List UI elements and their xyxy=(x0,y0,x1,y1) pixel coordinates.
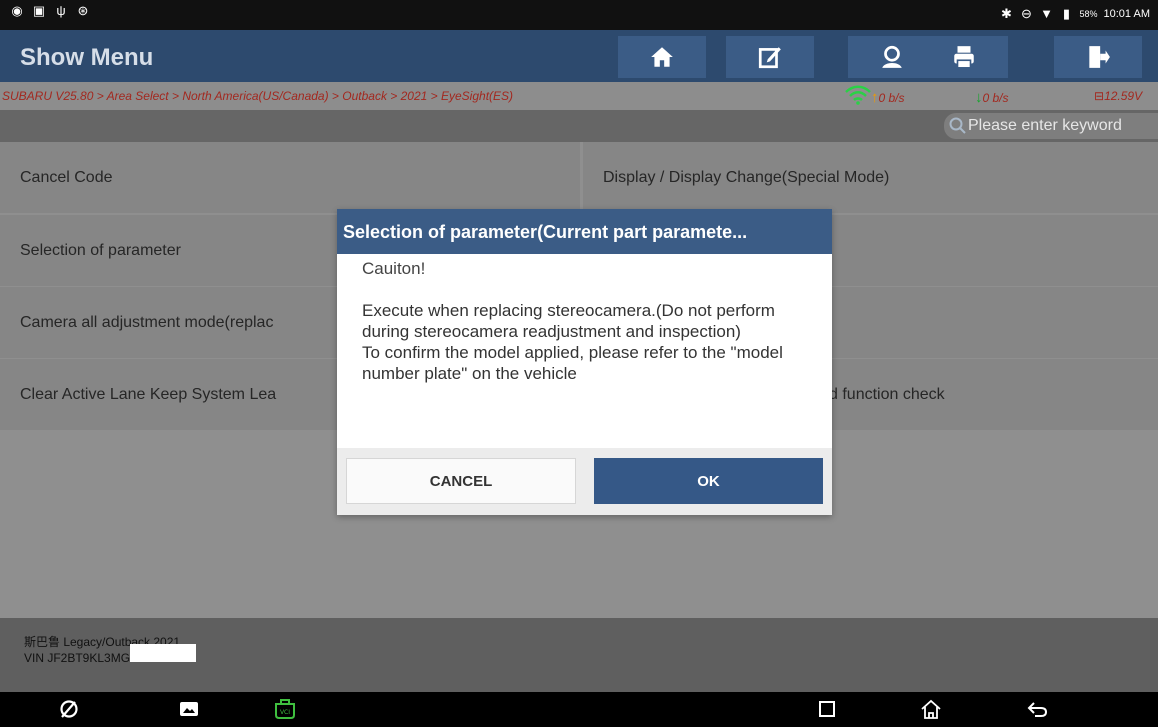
dialog-body: Cauiton! Execute when replacing stereoca… xyxy=(362,258,822,384)
breadcrumb: SUBARU V25.80 > Area Select > North Amer… xyxy=(2,89,514,103)
notification-icons: ◉ ▣ ψ ⊛ xyxy=(10,4,90,18)
wifi-icon xyxy=(845,85,871,105)
battery-voltage: ⊟12.59V xyxy=(1094,89,1143,103)
launcher-icon xyxy=(60,700,78,718)
exit-button[interactable] xyxy=(1054,36,1142,78)
vehicle-vin: VIN JF2BT9KL3MG xyxy=(24,644,1158,666)
vci-connector-icon: VCI xyxy=(275,699,295,719)
app-notification-icon: ◉ xyxy=(11,3,23,18)
accessibility-icon: ⊛ xyxy=(77,3,89,18)
dialog-spacer xyxy=(362,279,822,300)
search-icon xyxy=(949,117,966,134)
vehicle-battery-icon: ⊟ xyxy=(1094,89,1105,103)
battery-icon: ▮ xyxy=(1062,6,1071,21)
search-input[interactable] xyxy=(968,117,1154,135)
menu-item-display-change[interactable]: Display / Display Change(Special Mode) xyxy=(583,142,1158,213)
screenshot-button[interactable] xyxy=(176,698,202,720)
vci-button[interactable]: VCI xyxy=(272,698,298,720)
search-box[interactable] xyxy=(944,113,1158,139)
clock: 10:01 AM xyxy=(1103,8,1150,20)
search-row xyxy=(0,110,1158,142)
user-icon xyxy=(882,45,902,68)
dialog-message-2: To confirm the model applied, please ref… xyxy=(362,343,783,383)
assistant-button[interactable] xyxy=(56,698,82,720)
edit-report-icon xyxy=(758,47,781,69)
home-nav-icon xyxy=(921,699,941,719)
home-button[interactable] xyxy=(618,36,706,78)
ok-button[interactable]: OK xyxy=(594,458,823,504)
dialog-message-1: Execute when replacing stereocamera.(Do … xyxy=(362,301,775,341)
svg-text:VCI: VCI xyxy=(280,709,290,716)
app-header: Show Menu xyxy=(0,30,1158,82)
print-icon xyxy=(954,46,974,69)
report-button[interactable] xyxy=(726,36,814,78)
vin-redaction xyxy=(130,644,197,662)
vehicle-info: 斯巴鲁 Legacy/Outback 2021 VIN JF2BT9KL3MG xyxy=(0,618,1158,692)
dialog-button-row: CANCEL OK xyxy=(337,448,832,515)
back-icon xyxy=(1027,702,1048,717)
page-title: Show Menu xyxy=(20,44,154,71)
dnd-icon: ⊖ xyxy=(1021,6,1032,21)
recents-button[interactable] xyxy=(814,698,840,720)
wifi-signal-icon: ▼ xyxy=(1040,6,1053,21)
upload-rate: ↑0 b/s xyxy=(871,89,905,106)
breadcrumb-bar: SUBARU V25.80 > Area Select > North Amer… xyxy=(0,82,1158,110)
image-icon xyxy=(180,702,198,716)
download-rate: ↓0 b/s xyxy=(975,89,1009,106)
download-arrow-icon: ↓ xyxy=(975,89,983,106)
cancel-button[interactable]: CANCEL xyxy=(346,458,576,504)
upload-arrow-icon: ↑ xyxy=(871,89,879,106)
home-nav-button[interactable] xyxy=(918,698,944,720)
status-bar: ◉ ▣ ψ ⊛ ✱ ⊖ ▼ ▮ 58% 10:01 AM xyxy=(0,0,1158,30)
dialog-title: Selection of parameter(Current part para… xyxy=(337,209,832,254)
battery-percent: 58% xyxy=(1079,9,1098,19)
dialog-caution: Cauiton! xyxy=(362,259,426,278)
usb-icon: ψ xyxy=(56,3,66,18)
home-icon xyxy=(651,47,673,67)
back-button[interactable] xyxy=(1025,698,1051,720)
menu-item-cancel-code[interactable]: Cancel Code xyxy=(0,142,580,213)
system-status: ✱ ⊖ ▼ ▮ 58% 10:01 AM xyxy=(1000,6,1150,21)
image-notification-icon: ▣ xyxy=(32,3,46,18)
bluetooth-icon: ✱ xyxy=(1001,6,1012,21)
print-button[interactable] xyxy=(920,36,1008,78)
caution-dialog: Selection of parameter(Current part para… xyxy=(337,209,832,515)
recents-icon xyxy=(819,701,835,717)
exit-icon xyxy=(1089,46,1110,68)
system-nav-bar: VCI xyxy=(0,692,1158,727)
